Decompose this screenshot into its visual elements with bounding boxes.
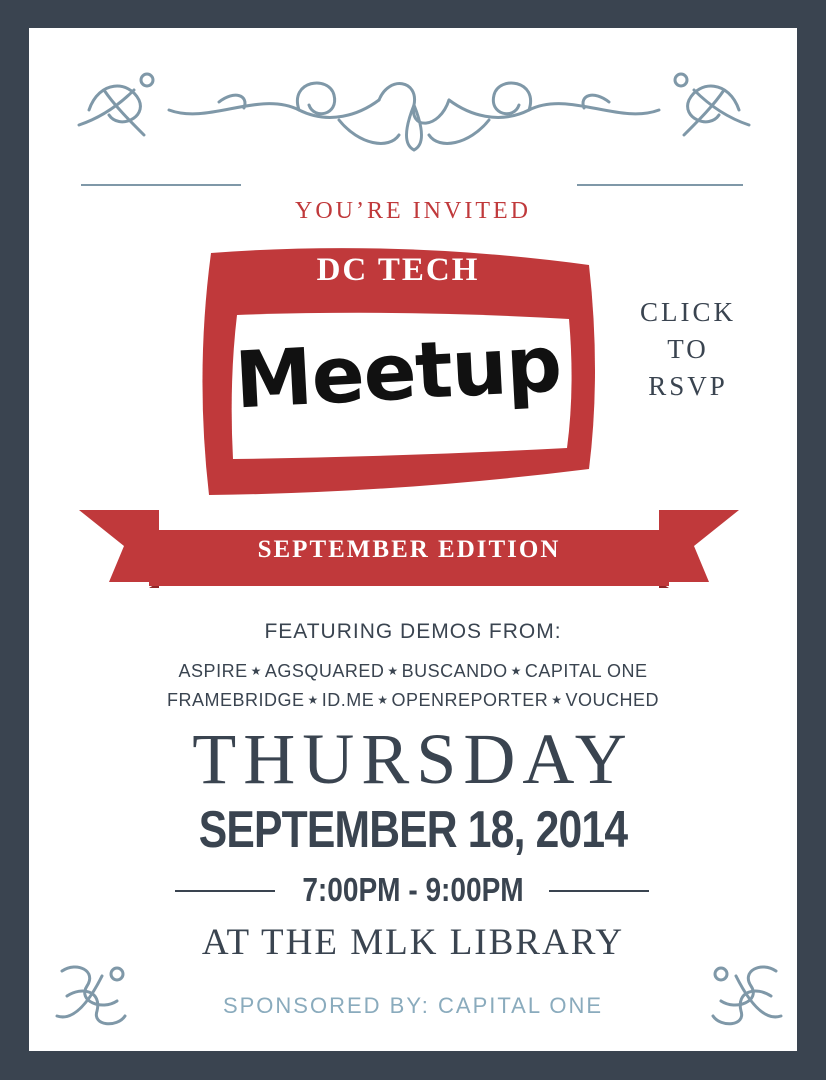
demo-item: FRAMEBRIDGE: [166, 690, 305, 710]
demo-item: OPENREPORTER: [391, 690, 549, 710]
event-day: THURSDAY: [192, 719, 634, 799]
divider-right: [577, 184, 743, 186]
demo-item: ID.ME: [321, 690, 375, 710]
invited-heading: YOU’RE INVITED: [295, 198, 531, 224]
star-icon: ★: [307, 693, 319, 707]
star-icon: ★: [377, 693, 389, 707]
demo-item: ASPIRE: [178, 661, 248, 681]
divider-left: [81, 184, 241, 186]
top-flourish-ornament: [59, 50, 769, 160]
rsvp-link[interactable]: CLICK TO RSVP: [613, 294, 763, 405]
demo-item: CAPITAL ONE: [524, 661, 648, 681]
star-icon: ★: [387, 664, 399, 678]
event-time: 7:00PM - 9:00PM: [302, 871, 524, 908]
demo-item: VOUCHED: [565, 690, 660, 710]
invitation-card: YOU’RE INVITED DC TECH Meetup CLICK TO R…: [29, 28, 797, 1051]
rsvp-line-3: RSVP: [648, 371, 728, 401]
rsvp-line-1: CLICK: [640, 297, 736, 327]
star-icon: ★: [250, 664, 262, 678]
demo-row-1: ASPIRE ★ AGSQUARED ★ BUSCANDO ★ CAPITAL ONE: [29, 661, 797, 682]
event-date: SEPTEMBER 18, 2014: [198, 801, 628, 859]
edition-label: SEPTEMBER EDITION: [257, 536, 561, 563]
event-location: AT THE MLK LIBRARY: [201, 922, 625, 963]
demo-item: AGSQUARED: [264, 661, 385, 681]
demo-item: BUSCANDO: [401, 661, 508, 681]
star-icon: ★: [510, 664, 522, 678]
star-icon: ★: [551, 693, 563, 707]
featuring-heading: FEATURING DEMOS FROM:: [264, 620, 562, 643]
sponsor-line: SPONSORED BY: CAPITAL ONE: [222, 993, 604, 1018]
nametag-title: DC TECH: [316, 252, 480, 288]
demo-row-2: FRAMEBRIDGE ★ ID.ME ★ OPENREPORTER ★ VOUCHED: [29, 690, 797, 711]
rsvp-line-2: TO: [667, 334, 709, 364]
